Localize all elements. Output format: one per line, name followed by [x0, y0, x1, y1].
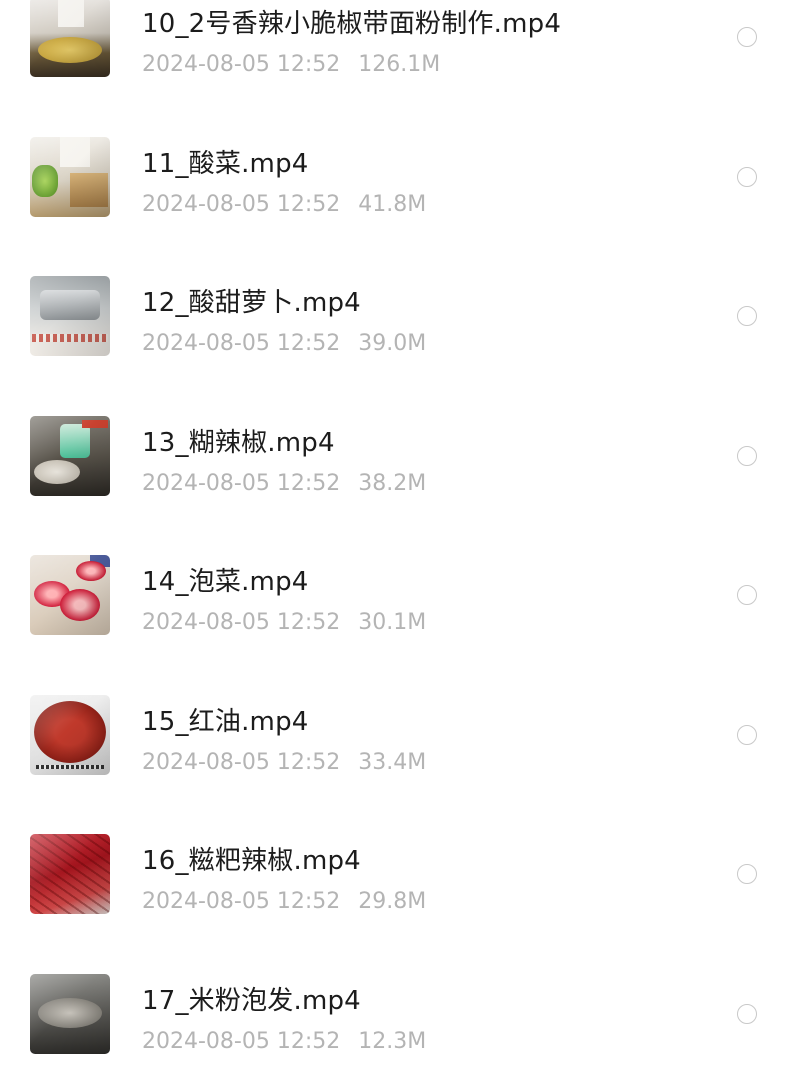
file-meta: 2024-08-05 12:52 39.0M: [142, 331, 426, 356]
select-radio[interactable]: [737, 1004, 757, 1024]
select-radio[interactable]: [737, 446, 757, 466]
file-date: 2024-08-05 12:52: [142, 471, 340, 496]
file-size: 41.8M: [358, 192, 426, 217]
file-date: 2024-08-05 12:52: [142, 192, 340, 217]
select-radio[interactable]: [737, 725, 757, 745]
file-size: 38.2M: [358, 471, 426, 496]
file-date: 2024-08-05 12:52: [142, 610, 340, 635]
file-row[interactable]: 12_酸甜萝卜.mp4 2024-08-05 12:52 39.0M: [0, 243, 790, 383]
file-name: 16_糍粑辣椒.mp4: [142, 840, 361, 877]
file-name: 12_酸甜萝卜.mp4: [142, 282, 361, 319]
file-row[interactable]: 14_泡菜.mp4 2024-08-05 12:52 30.1M: [0, 522, 790, 662]
file-date: 2024-08-05 12:52: [142, 750, 340, 775]
file-size: 29.8M: [358, 889, 426, 914]
file-name: 14_泡菜.mp4: [142, 561, 309, 598]
file-meta: 2024-08-05 12:52 41.8M: [142, 192, 426, 217]
select-radio[interactable]: [737, 864, 757, 884]
select-radio[interactable]: [737, 27, 757, 47]
file-row[interactable]: 17_米粉泡发.mp4 2024-08-05 12:52 12.3M: [0, 941, 790, 1080]
select-radio[interactable]: [737, 306, 757, 326]
file-size: 33.4M: [358, 750, 426, 775]
video-thumbnail: [30, 276, 110, 356]
file-size: 39.0M: [358, 331, 426, 356]
video-thumbnail: [30, 416, 110, 496]
file-size: 126.1M: [358, 52, 440, 77]
select-radio[interactable]: [737, 167, 757, 187]
video-thumbnail: [30, 695, 110, 775]
file-row[interactable]: 16_糍粑辣椒.mp4 2024-08-05 12:52 29.8M: [0, 801, 790, 941]
file-meta: 2024-08-05 12:52 30.1M: [142, 610, 426, 635]
file-date: 2024-08-05 12:52: [142, 331, 340, 356]
file-name: 17_米粉泡发.mp4: [142, 980, 361, 1017]
file-date: 2024-08-05 12:52: [142, 52, 340, 77]
file-size: 30.1M: [358, 610, 426, 635]
select-radio[interactable]: [737, 585, 757, 605]
file-name: 11_酸菜.mp4: [142, 143, 309, 180]
file-meta: 2024-08-05 12:52 12.3M: [142, 1029, 426, 1054]
file-date: 2024-08-05 12:52: [142, 889, 340, 914]
video-thumbnail: [30, 0, 110, 77]
file-size: 12.3M: [358, 1029, 426, 1054]
file-meta: 2024-08-05 12:52 126.1M: [142, 52, 440, 77]
file-row[interactable]: 10_2号香辣小脆椒带面粉制作.mp4 2024-08-05 12:52 126.…: [0, 0, 790, 104]
video-thumbnail: [30, 974, 110, 1054]
file-name: 10_2号香辣小脆椒带面粉制作.mp4: [142, 3, 561, 40]
file-list: 10_2号香辣小脆椒带面粉制作.mp4 2024-08-05 12:52 126.…: [0, 0, 790, 1080]
file-row[interactable]: 13_糊辣椒.mp4 2024-08-05 12:52 38.2M: [0, 383, 790, 523]
file-meta: 2024-08-05 12:52 29.8M: [142, 889, 426, 914]
file-meta: 2024-08-05 12:52 38.2M: [142, 471, 426, 496]
video-thumbnail: [30, 834, 110, 914]
video-thumbnail: [30, 555, 110, 635]
file-name: 13_糊辣椒.mp4: [142, 422, 335, 459]
video-thumbnail: [30, 137, 110, 217]
file-name: 15_红油.mp4: [142, 701, 309, 738]
file-meta: 2024-08-05 12:52 33.4M: [142, 750, 426, 775]
file-date: 2024-08-05 12:52: [142, 1029, 340, 1054]
file-row[interactable]: 15_红油.mp4 2024-08-05 12:52 33.4M: [0, 662, 790, 802]
file-row[interactable]: 11_酸菜.mp4 2024-08-05 12:52 41.8M: [0, 104, 790, 244]
